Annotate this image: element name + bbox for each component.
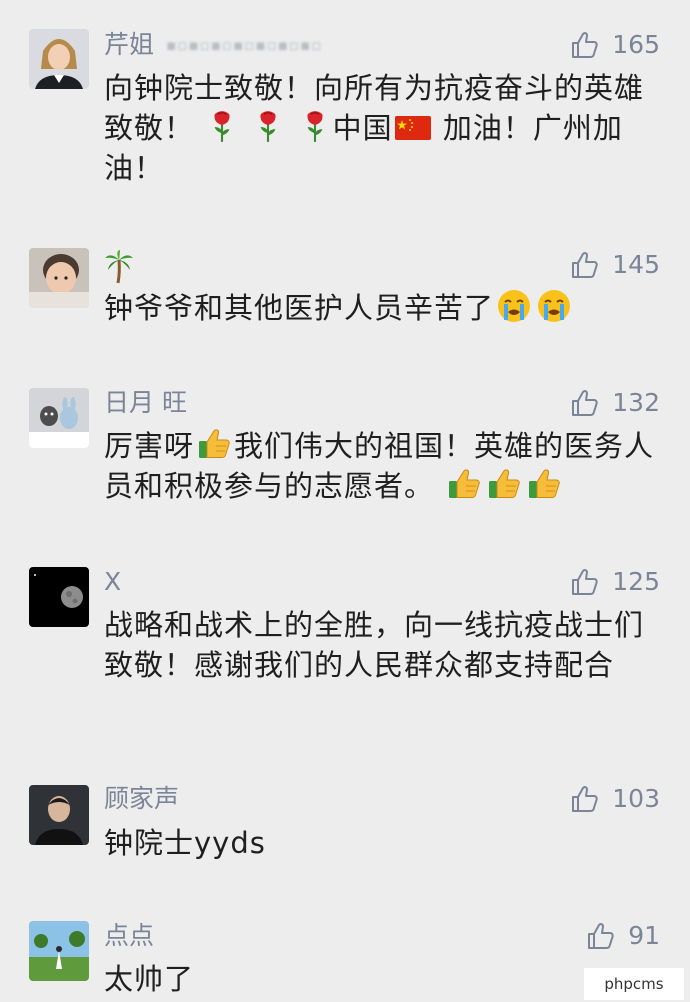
like-count: 91 <box>628 921 660 950</box>
thumbs-up-emoji-icon <box>526 466 562 502</box>
crying-face-emoji-icon <box>536 288 572 324</box>
thumbs-up-outline-icon <box>586 921 616 951</box>
like-count: 145 <box>612 250 660 279</box>
like-button[interactable]: 132 <box>570 388 660 418</box>
commenter-name-text: X <box>104 567 122 596</box>
like-button[interactable]: 145 <box>570 250 660 280</box>
comment-text-part: 钟院士yyds <box>104 826 266 860</box>
redacted-name-suffix: ▪▫▪▫▪▫▪▫▪▫▪▫▪▫ <box>166 36 323 54</box>
commenter-name[interactable]: 顾家声 <box>104 784 179 814</box>
avatar[interactable] <box>29 567 89 627</box>
like-button[interactable]: 165 <box>570 30 660 60</box>
avatar[interactable] <box>29 785 89 845</box>
like-count: 165 <box>612 30 660 59</box>
commenter-name[interactable]: 日月 旺 <box>104 388 187 418</box>
avatar[interactable] <box>29 921 89 981</box>
avatar[interactable] <box>29 248 89 308</box>
commenter-name-text: 点点 <box>104 921 155 950</box>
comment-text: 钟院士yyds <box>104 823 664 863</box>
comment-text: 厉害呀 我们伟大的祖国！英雄的医务人员和积极参与的志愿者。 <box>104 426 664 506</box>
comment-text-part: 中国 <box>332 111 393 145</box>
comment-text: 战略和战术上的全胜，向一线抗疫战士们致敬！感谢我们的人民群众都支持配合 <box>104 605 664 685</box>
comment-text-part: 战略和战术上的全胜，向一线抗疫战士们致敬！感谢我们的人民群众都支持配合 <box>104 608 645 682</box>
comment-text: 太帅了 <box>104 959 664 999</box>
like-count: 103 <box>612 784 660 813</box>
palm-tree-icon <box>104 250 134 284</box>
like-button[interactable]: 91 <box>586 921 660 951</box>
watermark: phpcms <box>584 968 684 1000</box>
rose-emoji-icon <box>299 108 331 144</box>
commenter-name[interactable]: 点点 <box>104 921 154 951</box>
avatar[interactable] <box>29 388 89 448</box>
rose-emoji-icon <box>252 108 284 144</box>
commenter-name-text: 日月 旺 <box>104 388 187 417</box>
comment-text-part: 太帅了 <box>104 962 195 996</box>
thumbs-up-outline-icon <box>570 250 600 280</box>
commenter-name[interactable]: 芹姐 ▪▫▪▫▪▫▪▫▪▫▪▫▪▫ <box>104 30 322 60</box>
commenter-name-text: 顾家声 <box>104 784 180 813</box>
thumbs-up-emoji-icon <box>196 426 232 462</box>
comment-text-part: 钟爷爷和其他医护人员辛苦了 <box>104 291 495 325</box>
thumbs-up-emoji-icon <box>446 466 482 502</box>
commenter-name-text: 芹姐 <box>104 30 155 59</box>
rose-emoji-icon <box>206 108 238 144</box>
comment-text-part: 厉害呀 <box>104 429 195 463</box>
thumbs-up-outline-icon <box>570 30 600 60</box>
thumbs-up-outline-icon <box>570 784 600 814</box>
like-count: 132 <box>612 388 660 417</box>
thumbs-up-emoji-icon <box>486 466 522 502</box>
commenter-name[interactable]: X <box>104 567 121 597</box>
comment-text: 钟爷爷和其他医护人员辛苦了 <box>104 288 664 328</box>
thumbs-up-outline-icon <box>570 567 600 597</box>
crying-face-emoji-icon <box>496 288 532 324</box>
commenter-name[interactable] <box>104 250 134 284</box>
china-flag-emoji-icon <box>395 115 431 141</box>
avatar[interactable] <box>29 29 89 89</box>
like-count: 125 <box>612 567 660 596</box>
like-button[interactable]: 103 <box>570 784 660 814</box>
comment-text: 向钟院士致敬！向所有为抗疫奋斗的英雄致敬！ 中国 加油！广州加油！ <box>104 68 664 188</box>
thumbs-up-outline-icon <box>570 388 600 418</box>
like-button[interactable]: 125 <box>570 567 660 597</box>
